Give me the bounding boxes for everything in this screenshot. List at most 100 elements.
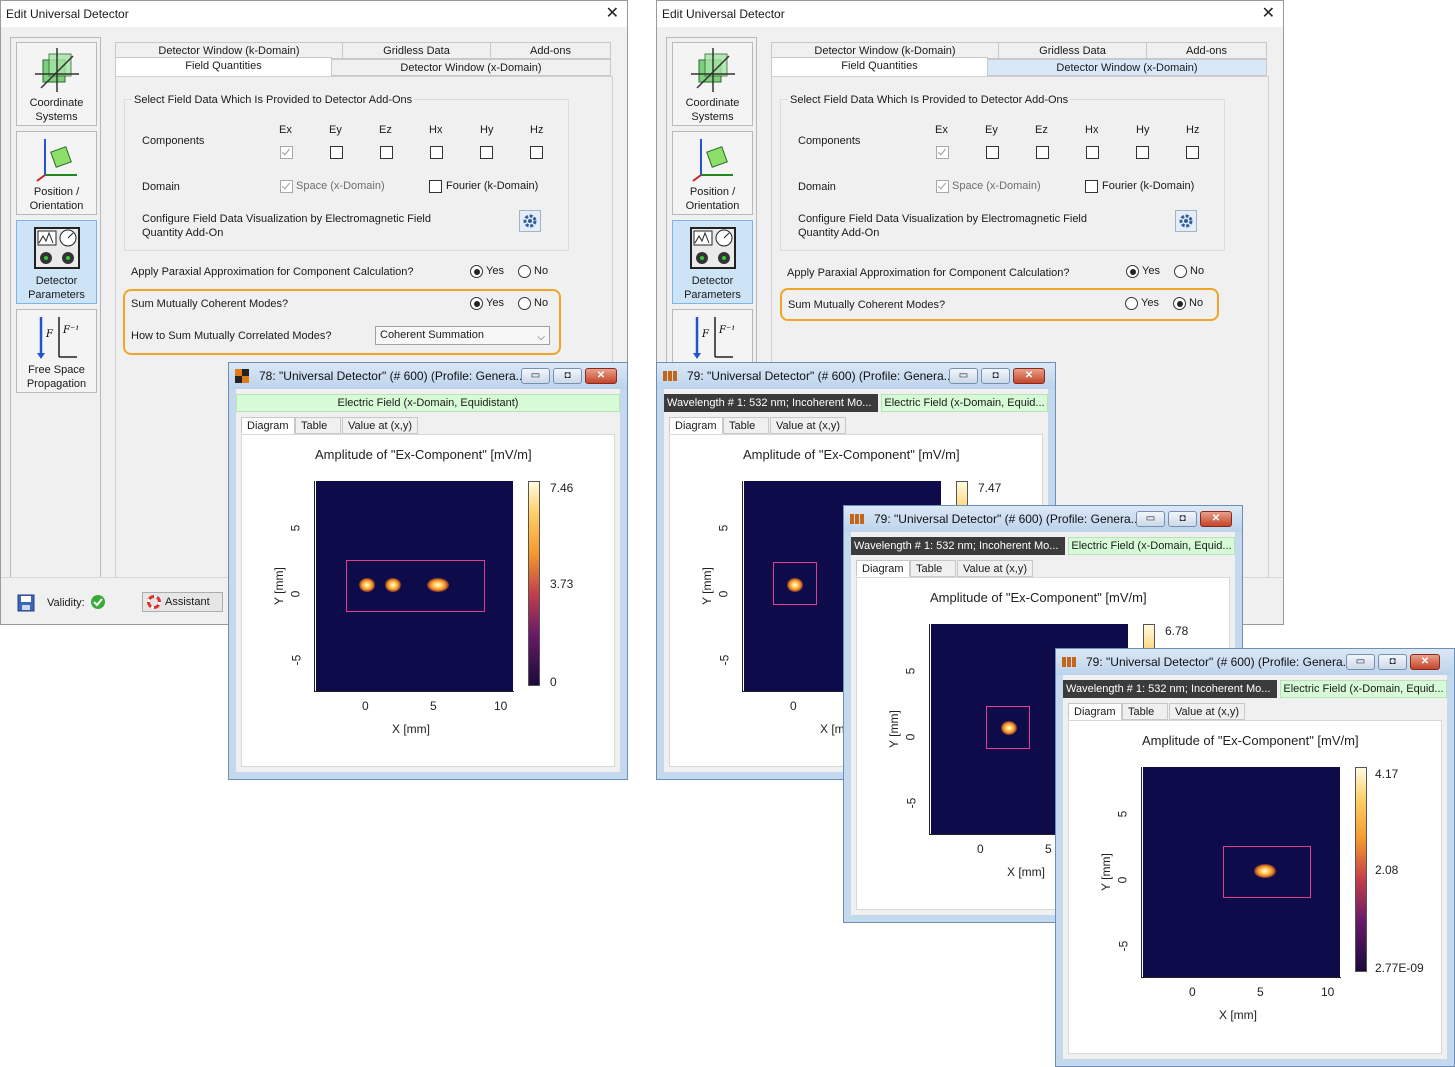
close-button[interactable]: ✕ (1013, 368, 1045, 384)
paraxial-no-radio[interactable] (518, 265, 531, 278)
heatmap[interactable] (316, 481, 513, 691)
tab-detector-window-x[interactable]: Detector Window (x-Domain) (331, 59, 611, 76)
maximize-button[interactable]: ◘ (553, 368, 582, 384)
configure-gear-button[interactable] (1175, 210, 1197, 232)
component-hy-label: Hy (1136, 124, 1150, 136)
checkbox-hx[interactable] (1086, 146, 1099, 159)
checkbox-hx[interactable] (430, 146, 443, 159)
close-button[interactable]: ✕ (585, 368, 617, 384)
checkbox-fourier-domain[interactable] (1085, 180, 1098, 193)
window-titlebar[interactable]: 79: "Universal Detector" (# 600) (Profil… (1056, 649, 1454, 675)
component-ez-label: Ez (1035, 124, 1048, 136)
minimize-button[interactable]: ▭ (521, 368, 550, 384)
checkbox-ey[interactable] (330, 146, 343, 159)
colorbar (528, 481, 540, 686)
close-icon[interactable]: ✕ (606, 3, 619, 23)
nav-label-position-orientation: Position / Orientation (29, 186, 84, 212)
tab-gridless-data[interactable]: Gridless Data (342, 42, 491, 59)
plot-title: Amplitude of "Ex-Component" [mV/m] (1142, 733, 1359, 748)
configure-text-2: Quantity Add-On (798, 227, 880, 239)
x-tick-10: 10 (494, 699, 508, 713)
maximize-button[interactable]: ◘ (981, 368, 1010, 384)
tab-value-at-xy[interactable]: Value at (x,y) (957, 560, 1033, 577)
component-ex-label: Ex (279, 124, 292, 136)
window-title: 79: "Universal Detector" (# 600) (Profil… (1086, 655, 1353, 669)
tab-add-ons[interactable]: Add-ons (490, 42, 611, 59)
tab-field-quantities[interactable]: Field Quantities (771, 57, 988, 77)
paraxial-yes-radio[interactable] (1126, 265, 1139, 278)
tab-diagram[interactable]: Diagram (1068, 703, 1122, 720)
tab-table[interactable]: Table (295, 417, 341, 434)
component-ey-label: Ey (329, 124, 342, 136)
checkbox-hy[interactable] (480, 146, 493, 159)
paraxial-yes-radio[interactable] (470, 265, 483, 278)
x-tick-5: 5 (430, 699, 437, 713)
tab-value-at-xy[interactable]: Value at (x,y) (1169, 703, 1245, 720)
nav-coordinate-systems[interactable]: Coordinate Systems (16, 42, 97, 126)
checkbox-space-domain[interactable] (280, 180, 293, 193)
y-tick-0: 0 (903, 733, 918, 741)
y-tick-minus5: -5 (289, 654, 304, 666)
nav-position-orientation[interactable]: Position / Orientation (672, 131, 753, 215)
paraxial-no-radio[interactable] (1174, 265, 1187, 278)
x-axis-label: X [mm] (1219, 1008, 1257, 1022)
tab-detector-window-x[interactable]: Detector Window (x-Domain) (987, 59, 1267, 76)
tab-value-at-xy[interactable]: Value at (x,y) (342, 417, 418, 434)
window-titlebar[interactable]: 79: "Universal Detector" (# 600) (Profil… (657, 363, 1055, 389)
checkbox-ex[interactable] (280, 146, 293, 159)
checkbox-fourier-domain[interactable] (429, 180, 442, 193)
checkbox-hz[interactable] (1186, 146, 1199, 159)
checkbox-hy[interactable] (1136, 146, 1149, 159)
nav-position-orientation[interactable]: Position / Orientation (16, 131, 97, 215)
checkbox-space-domain[interactable] (936, 180, 949, 193)
window-titlebar[interactable]: 78: "Universal Detector" (# 600) (Profil… (229, 363, 627, 389)
maximize-button[interactable]: ◘ (1378, 654, 1407, 670)
checkbox-ey[interactable] (986, 146, 999, 159)
dialog-title: Edit Universal Detector (662, 7, 785, 21)
tab-table[interactable]: Table (910, 560, 956, 577)
configure-gear-button[interactable] (519, 210, 541, 232)
nav-detector-parameters[interactable]: Detector Parameters (672, 220, 753, 304)
colorbar-mid: 2.08 (1375, 863, 1399, 877)
x-tick-5: 5 (1257, 985, 1264, 999)
checkbox-ez[interactable] (380, 146, 393, 159)
nav-coordinate-systems[interactable]: Coordinate Systems (672, 42, 753, 126)
detector-window-78: 78: "Universal Detector" (# 600) (Profil… (228, 362, 628, 780)
component-ez-label: Ez (379, 124, 392, 136)
tab-gridless-data[interactable]: Gridless Data (998, 42, 1147, 59)
domain-label: Domain (142, 181, 180, 193)
tab-field-quantities[interactable]: Field Quantities (115, 57, 332, 77)
minimize-button[interactable]: ▭ (1346, 654, 1375, 670)
maximize-button[interactable]: ◘ (1168, 511, 1197, 527)
close-button[interactable]: ✕ (1410, 654, 1440, 670)
minimize-button[interactable]: ▭ (949, 368, 978, 384)
tab-diagram[interactable]: Diagram (856, 560, 910, 577)
tab-table[interactable]: Table (723, 417, 769, 434)
nav-free-space-propagation[interactable]: F F⁻¹ Free Space Propagation (16, 309, 97, 393)
y-tick-minus5: -5 (904, 797, 919, 809)
diagram-area: Amplitude of "Ex-Component" [mV/m] 0 5 1… (1068, 720, 1442, 1054)
colorbar-max: 7.46 (550, 481, 574, 495)
tab-add-ons[interactable]: Add-ons (1146, 42, 1267, 59)
tab-table[interactable]: Table (1122, 703, 1168, 720)
category-navigation: Coordinate Systems Position / Orientatio… (10, 37, 101, 578)
close-button[interactable]: ✕ (1200, 511, 1232, 527)
heatmap[interactable] (1143, 767, 1340, 977)
fourier-transform-icon: F F⁻¹ (36, 317, 79, 359)
checkbox-hz[interactable] (530, 146, 543, 159)
tab-diagram[interactable]: Diagram (241, 417, 295, 434)
close-icon[interactable]: ✕ (1262, 3, 1275, 23)
x-axis-label: X [m (820, 722, 845, 736)
assistant-button[interactable]: Assistant (142, 592, 223, 612)
detector-window-roi (986, 706, 1030, 749)
save-icon[interactable] (17, 594, 35, 612)
tab-value-at-xy[interactable]: Value at (x,y) (770, 417, 846, 434)
nav-label-detector-parameters: Detector Parameters (684, 275, 741, 301)
nav-detector-parameters[interactable]: Detector Parameters (16, 220, 97, 304)
minimize-button[interactable]: ▭ (1136, 511, 1165, 527)
valid-check-icon (91, 595, 105, 609)
checkbox-ex[interactable] (936, 146, 949, 159)
checkbox-ez[interactable] (1036, 146, 1049, 159)
window-titlebar[interactable]: 79: "Universal Detector" (# 600) (Profil… (844, 506, 1242, 532)
tab-diagram[interactable]: Diagram (669, 417, 723, 434)
